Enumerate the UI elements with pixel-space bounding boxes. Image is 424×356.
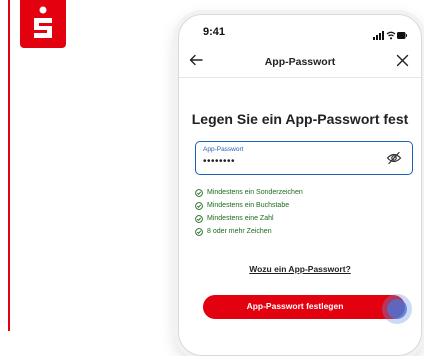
check-circle-icon [195, 214, 203, 223]
requirement-item: 8 oder mehr Zeichen [195, 225, 405, 238]
password-field-label: App-Passwort [203, 146, 244, 153]
sparkasse-logo-icon [20, 0, 66, 48]
requirement-item: Mindestens ein Buchstabe [195, 199, 405, 212]
requirement-item: Mindestens eine Zahl [195, 212, 405, 225]
eye-off-icon[interactable] [386, 151, 402, 170]
page-heading: Legen Sie ein App-Passwort fest [191, 111, 409, 127]
status-bar: 9:41 [179, 15, 421, 45]
password-requirements: Mindestens ein Sonderzeichen Mindestens … [195, 186, 405, 238]
nav-bar: App-Passwort [179, 47, 421, 78]
side-accent-line [8, 0, 10, 331]
requirement-item: Mindestens ein Sonderzeichen [195, 186, 405, 199]
battery-icon [397, 32, 407, 39]
status-icons [373, 27, 407, 45]
signal-icon [373, 31, 384, 40]
status-time: 9:41 [203, 26, 226, 38]
set-password-button-label: App-Passwort festlegen [246, 301, 344, 311]
wifi-icon [386, 31, 396, 40]
close-icon[interactable] [396, 54, 409, 72]
requirement-text: Mindestens eine Zahl [207, 215, 274, 222]
requirement-text: 8 oder mehr Zeichen [207, 228, 272, 235]
set-password-button[interactable]: App-Passwort festlegen [203, 295, 407, 319]
password-field[interactable]: App-Passwort •••••••• [195, 141, 413, 175]
help-link[interactable]: Wozu ein App-Passwort? [179, 264, 421, 274]
check-circle-icon [195, 227, 203, 236]
phone-screen: 9:41 App-Passwort Legen Sie ein App-Pass… [178, 14, 422, 356]
check-circle-icon [195, 188, 203, 197]
password-input-value[interactable]: •••••••• [203, 156, 235, 167]
requirement-text: Mindestens ein Sonderzeichen [207, 189, 303, 196]
touch-indicator [387, 299, 407, 319]
nav-title: App-Passwort [264, 56, 336, 68]
requirement-text: Mindestens ein Buchstabe [207, 202, 290, 209]
check-circle-icon [195, 201, 203, 210]
